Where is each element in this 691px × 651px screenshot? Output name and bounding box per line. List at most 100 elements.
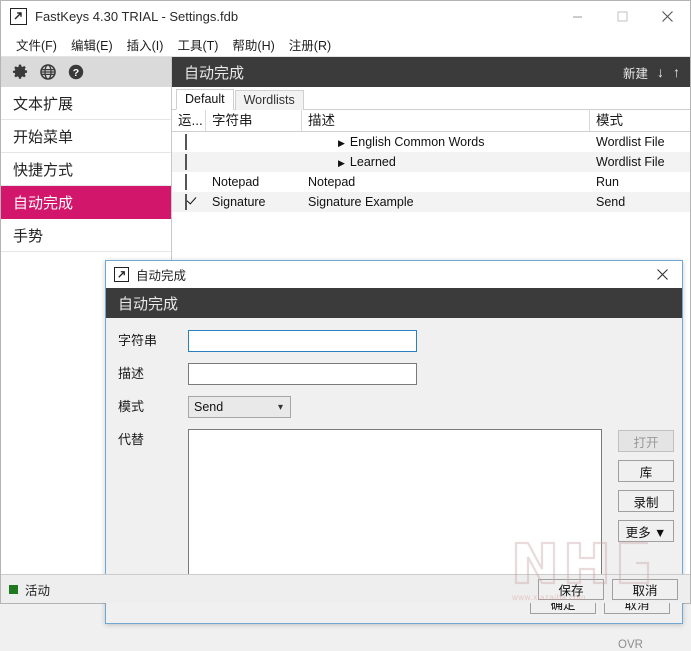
page-title: 自动完成 — [184, 64, 245, 82]
mode-label: 模式 — [118, 399, 145, 414]
close-icon[interactable] — [645, 1, 690, 32]
row-checkbox[interactable] — [185, 194, 187, 210]
window-controls — [555, 1, 690, 32]
menu-item-file[interactable]: 文件(F) — [9, 33, 64, 56]
field-row-string: 字符串 — [106, 330, 682, 352]
tab-default[interactable]: Default — [176, 89, 234, 110]
row-checkbox[interactable] — [185, 174, 187, 190]
mode-select-value: Send — [194, 400, 224, 414]
minimize-icon[interactable] — [555, 1, 600, 32]
dialog-title: 自动完成 — [136, 269, 187, 283]
gear-icon[interactable] — [11, 64, 28, 81]
expand-triangle-icon[interactable]: ▶ — [338, 158, 345, 168]
window-action-buttons: 保存 取消 — [538, 578, 690, 600]
status-badge: 活动 — [25, 583, 51, 598]
column-header-string[interactable]: 字符串 — [206, 110, 302, 131]
record-button[interactable]: 录制 — [618, 490, 674, 512]
table-row[interactable]: Signature Signature Example Send — [172, 192, 690, 212]
table-header: 运... 字符串 描述 模式 — [172, 110, 690, 132]
arrow-box-icon — [114, 267, 129, 282]
help-icon[interactable]: ? — [67, 64, 84, 81]
maximize-icon[interactable] — [600, 1, 645, 32]
replace-textarea[interactable] — [188, 429, 602, 584]
row-string-cell — [206, 152, 302, 172]
column-header-description[interactable]: 描述 — [302, 110, 590, 131]
sidebar-item-shortcuts[interactable]: 快捷方式 — [1, 153, 171, 186]
sidebar-item-text-expansion[interactable]: 文本扩展 — [1, 87, 171, 120]
description-input[interactable] — [188, 363, 417, 385]
cancel-button[interactable]: 取消 — [612, 578, 678, 600]
field-row-replace: 代替 打开 库 录制 更多 ▼ — [106, 429, 682, 584]
description-label: 描述 — [118, 366, 145, 381]
column-header-mode[interactable]: 模式 — [590, 110, 690, 131]
dialog-side-buttons: 打开 库 录制 更多 ▼ — [618, 429, 674, 542]
new-button[interactable]: 新建 — [623, 63, 648, 82]
title-bar: FastKeys 4.30 TRIAL - Settings.fdb — [1, 1, 690, 32]
sidebar-item-autocomplete[interactable]: 自动完成 — [1, 186, 171, 219]
row-description-label: Learned — [349, 155, 396, 169]
autocomplete-dialog: 自动完成 自动完成 字符串 描述 模式 Send ▾ 代替 打开 库 录制 更多… — [105, 260, 683, 651]
menu-item-edit[interactable]: 编辑(E) — [64, 33, 120, 56]
menu-item-register[interactable]: 注册(R) — [282, 33, 338, 56]
sidebar-item-gestures[interactable]: 手势 — [1, 219, 171, 252]
column-header-run[interactable]: 运... — [172, 110, 206, 131]
dialog-banner: 自动完成 — [106, 288, 682, 318]
globe-icon[interactable] — [39, 64, 56, 81]
row-run-cell[interactable] — [172, 192, 206, 212]
mode-select[interactable]: Send ▾ — [188, 396, 291, 418]
string-label: 字符串 — [118, 333, 158, 348]
row-description-cell: ▶ Learned — [302, 152, 590, 172]
save-button[interactable]: 保存 — [538, 578, 604, 600]
field-row-mode: 模式 Send ▾ — [106, 396, 682, 418]
row-description-cell: ▶ English Common Words — [302, 132, 590, 152]
row-string-cell: Signature — [212, 195, 266, 209]
table-row[interactable]: Notepad Notepad Run — [172, 172, 690, 192]
row-run-cell[interactable] — [172, 172, 206, 192]
sidebar-item-label: 手势 — [13, 227, 44, 245]
row-mode-cell: Send — [596, 195, 626, 209]
row-mode-cell: Run — [596, 175, 619, 189]
sidebar-item-start-menu[interactable]: 开始菜单 — [1, 120, 171, 153]
sidebar-item-label: 开始菜单 — [13, 128, 74, 146]
app-window: FastKeys 4.30 TRIAL - Settings.fdb 文件(F)… — [0, 0, 691, 651]
sidebar-toolbar: ? — [1, 57, 171, 87]
open-button[interactable]: 打开 — [618, 430, 674, 452]
row-run-cell[interactable] — [172, 152, 206, 172]
tab-wordlists[interactable]: Wordlists — [234, 90, 304, 110]
row-run-cell[interactable] — [172, 132, 206, 152]
string-input[interactable] — [188, 330, 417, 352]
move-up-icon[interactable]: ↑ — [673, 65, 680, 79]
close-icon[interactable] — [642, 261, 682, 288]
row-checkbox[interactable] — [185, 154, 187, 170]
row-mode-cell: Wordlist File — [596, 135, 665, 149]
arrow-box-icon — [10, 8, 27, 25]
sidebar-item-label: 文本扩展 — [13, 95, 74, 113]
status-indicator-icon — [9, 584, 18, 594]
row-string-cell — [206, 132, 302, 152]
menu-item-help[interactable]: 帮助(H) — [225, 33, 281, 56]
menu-item-insert[interactable]: 插入(I) — [120, 33, 171, 56]
status-bar: 活动 保存 取消 — [1, 574, 690, 603]
header-actions: 新建 ↓ ↑ — [623, 63, 680, 82]
menu-item-tools[interactable]: 工具(T) — [170, 33, 225, 56]
main-header: 自动完成 新建 ↓ ↑ — [172, 57, 690, 87]
expand-triangle-icon[interactable]: ▶ — [338, 138, 345, 148]
library-button[interactable]: 库 — [618, 460, 674, 482]
move-down-icon[interactable]: ↓ — [657, 65, 664, 79]
row-checkbox[interactable] — [185, 134, 187, 150]
sidebar-item-label: 快捷方式 — [13, 161, 74, 179]
tab-strip: Default Wordlists — [172, 87, 690, 110]
field-row-description: 描述 — [106, 363, 682, 385]
more-button[interactable]: 更多 ▼ — [618, 520, 674, 542]
svg-text:?: ? — [72, 67, 78, 79]
table-row[interactable]: ▶ English Common Words Wordlist File — [172, 132, 690, 152]
dialog-title-bar: 自动完成 — [106, 261, 682, 288]
row-description-label: English Common Words — [349, 135, 485, 149]
body-split: ? 文本扩展 开始菜单 快捷方式 自动完成 手势 自动完成 新建 ↓ ↑ Def… — [1, 57, 690, 651]
row-description-cell: Signature Example — [308, 195, 414, 209]
sidebar-item-label: 自动完成 — [13, 194, 74, 212]
overwrite-status: OVR — [618, 639, 643, 651]
row-string-cell: Notepad — [212, 175, 260, 189]
table-row[interactable]: ▶ Learned Wordlist File — [172, 152, 690, 172]
row-description-cell: Notepad — [308, 175, 356, 189]
